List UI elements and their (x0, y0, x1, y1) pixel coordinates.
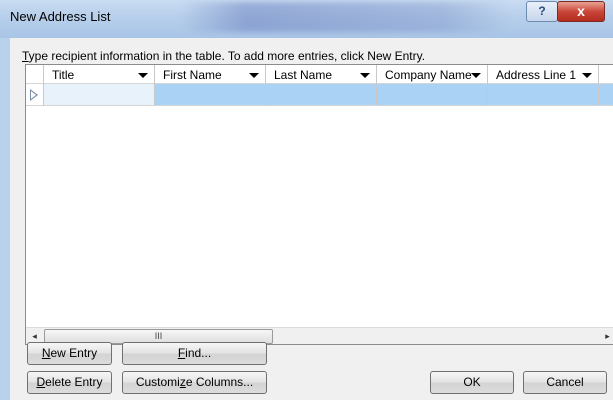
column-header-last-name[interactable]: Last Name (266, 65, 377, 84)
dropdown-arrow-icon[interactable] (582, 73, 592, 78)
title-bar[interactable]: New Address List ? x (0, 0, 613, 38)
row-selector[interactable] (26, 84, 44, 106)
row-header-corner (26, 65, 44, 84)
instruction-text: Type recipient information in the table.… (22, 49, 425, 63)
column-header-first-name[interactable]: First Name (155, 65, 266, 84)
find-button[interactable]: Find... (122, 342, 267, 365)
cell-address-line-1[interactable] (488, 84, 599, 106)
new-entry-button[interactable]: New Entry (27, 342, 112, 365)
current-row-icon (30, 89, 38, 101)
help-button[interactable]: ? (526, 1, 558, 22)
column-label: Last Name (274, 68, 333, 82)
column-header-overflow (599, 65, 613, 84)
dropdown-arrow-icon[interactable] (138, 73, 148, 78)
dropdown-arrow-icon[interactable] (360, 73, 370, 78)
accel-key: D (36, 375, 46, 389)
cell-overflow[interactable] (599, 84, 613, 106)
column-label: First Name (163, 68, 222, 82)
button-label: e Columns... (185, 375, 254, 389)
button-label: elete Entry (45, 375, 103, 389)
button-label: ind... (185, 346, 212, 360)
cell-last-name[interactable] (266, 84, 377, 106)
column-label: Company Name (385, 68, 472, 82)
grip-icon: III (154, 331, 163, 341)
column-label: Address Line 1 (496, 68, 577, 82)
horizontal-scrollbar[interactable]: ◂ III ▸ (26, 327, 613, 344)
close-button[interactable]: x (557, 1, 605, 22)
recipient-table[interactable]: Title First Name Last Name Company Name … (25, 64, 613, 345)
button-label: ew Entry (50, 346, 98, 360)
dialog-body: Type recipient information in the table.… (10, 38, 613, 400)
cell-company-name[interactable] (377, 84, 488, 106)
column-header-company-name[interactable]: Company Name (377, 65, 488, 84)
instruction-accel: T (22, 49, 29, 63)
customize-columns-button[interactable]: Customize Columns... (122, 371, 267, 394)
cancel-button[interactable]: Cancel (523, 371, 607, 394)
column-header-title[interactable]: Title (44, 65, 155, 84)
ok-button[interactable]: OK (430, 371, 514, 394)
close-icon: x (577, 3, 585, 19)
delete-entry-button[interactable]: Delete Entry (27, 371, 112, 394)
instruction-rest: ype recipient information in the table. … (28, 49, 426, 63)
column-label: Title (52, 68, 75, 82)
cell-first-name[interactable] (155, 84, 266, 106)
window-title: New Address List (10, 9, 111, 24)
column-header-address-line-1[interactable]: Address Line 1 (488, 65, 599, 84)
dropdown-arrow-icon[interactable] (471, 73, 481, 78)
scroll-right-icon[interactable]: ▸ (599, 328, 613, 344)
background-blur (180, 2, 510, 32)
dropdown-arrow-icon[interactable] (249, 73, 259, 78)
button-label-pre: Customi (135, 375, 180, 389)
cell-title[interactable] (44, 84, 155, 106)
